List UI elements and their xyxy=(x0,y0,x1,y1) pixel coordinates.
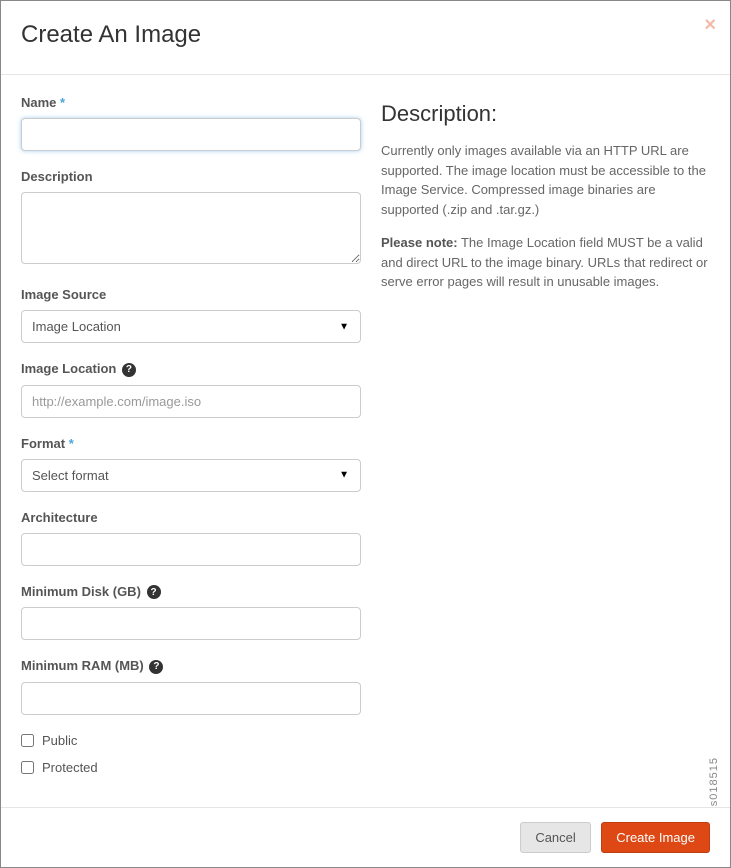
public-label: Public xyxy=(42,733,77,748)
create-image-button[interactable]: Create Image xyxy=(601,822,710,853)
public-group: Public xyxy=(21,733,361,748)
modal-footer: Cancel Create Image xyxy=(1,807,730,867)
name-group: Name * xyxy=(21,95,361,151)
min-disk-label: Minimum Disk (GB) ? xyxy=(21,584,361,600)
required-star-icon: * xyxy=(69,436,74,451)
close-icon[interactable]: × xyxy=(704,15,716,35)
format-select[interactable]: Select format xyxy=(21,459,361,492)
side-tag: s018515 xyxy=(708,757,720,806)
help-paragraph-2: Please note: The Image Location field MU… xyxy=(381,233,710,292)
modal-header: Create An Image × xyxy=(1,1,730,75)
description-group: Description xyxy=(21,169,361,269)
help-column: Description: Currently only images avail… xyxy=(381,95,710,787)
image-location-group: Image Location ? xyxy=(21,361,361,418)
format-label: Format * xyxy=(21,436,361,451)
min-disk-input[interactable] xyxy=(21,607,361,640)
min-disk-group: Minimum Disk (GB) ? xyxy=(21,584,361,641)
min-ram-label-text: Minimum RAM (MB) xyxy=(21,658,144,673)
help-title: Description: xyxy=(381,101,710,127)
min-ram-label: Minimum RAM (MB) ? xyxy=(21,658,361,674)
architecture-group: Architecture xyxy=(21,510,361,566)
form-column: Name * Description Image Source Image Lo… xyxy=(21,95,361,787)
required-star-icon: * xyxy=(60,95,65,110)
protected-checkbox[interactable] xyxy=(21,761,34,774)
min-disk-label-text: Minimum Disk (GB) xyxy=(21,584,141,599)
cancel-button[interactable]: Cancel xyxy=(520,822,590,853)
protected-label: Protected xyxy=(42,760,98,775)
min-ram-group: Minimum RAM (MB) ? xyxy=(21,658,361,715)
image-location-label-text: Image Location xyxy=(21,361,116,376)
min-ram-input[interactable] xyxy=(21,682,361,715)
help-note-label: Please note: xyxy=(381,235,458,250)
help-paragraph-1: Currently only images available via an H… xyxy=(381,141,710,219)
format-group: Format * Select format xyxy=(21,436,361,492)
architecture-label: Architecture xyxy=(21,510,361,525)
format-label-text: Format xyxy=(21,436,65,451)
image-location-label: Image Location ? xyxy=(21,361,361,377)
image-source-select-wrap: Image Location xyxy=(21,310,361,343)
help-icon[interactable]: ? xyxy=(149,660,163,674)
description-input[interactable] xyxy=(21,192,361,264)
name-label-text: Name xyxy=(21,95,56,110)
name-label: Name * xyxy=(21,95,361,110)
image-source-group: Image Source Image Location xyxy=(21,287,361,343)
modal-body: Name * Description Image Source Image Lo… xyxy=(1,75,730,807)
image-source-select[interactable]: Image Location xyxy=(21,310,361,343)
description-label: Description xyxy=(21,169,361,184)
protected-group: Protected xyxy=(21,760,361,775)
image-location-input[interactable] xyxy=(21,385,361,418)
name-input[interactable] xyxy=(21,118,361,151)
help-icon[interactable]: ? xyxy=(122,363,136,377)
create-image-modal: Create An Image × Name * Description Ima… xyxy=(0,0,731,868)
public-checkbox[interactable] xyxy=(21,734,34,747)
image-source-label: Image Source xyxy=(21,287,361,302)
architecture-input[interactable] xyxy=(21,533,361,566)
modal-title: Create An Image xyxy=(21,21,710,49)
help-icon[interactable]: ? xyxy=(147,585,161,599)
format-select-wrap: Select format xyxy=(21,459,361,492)
